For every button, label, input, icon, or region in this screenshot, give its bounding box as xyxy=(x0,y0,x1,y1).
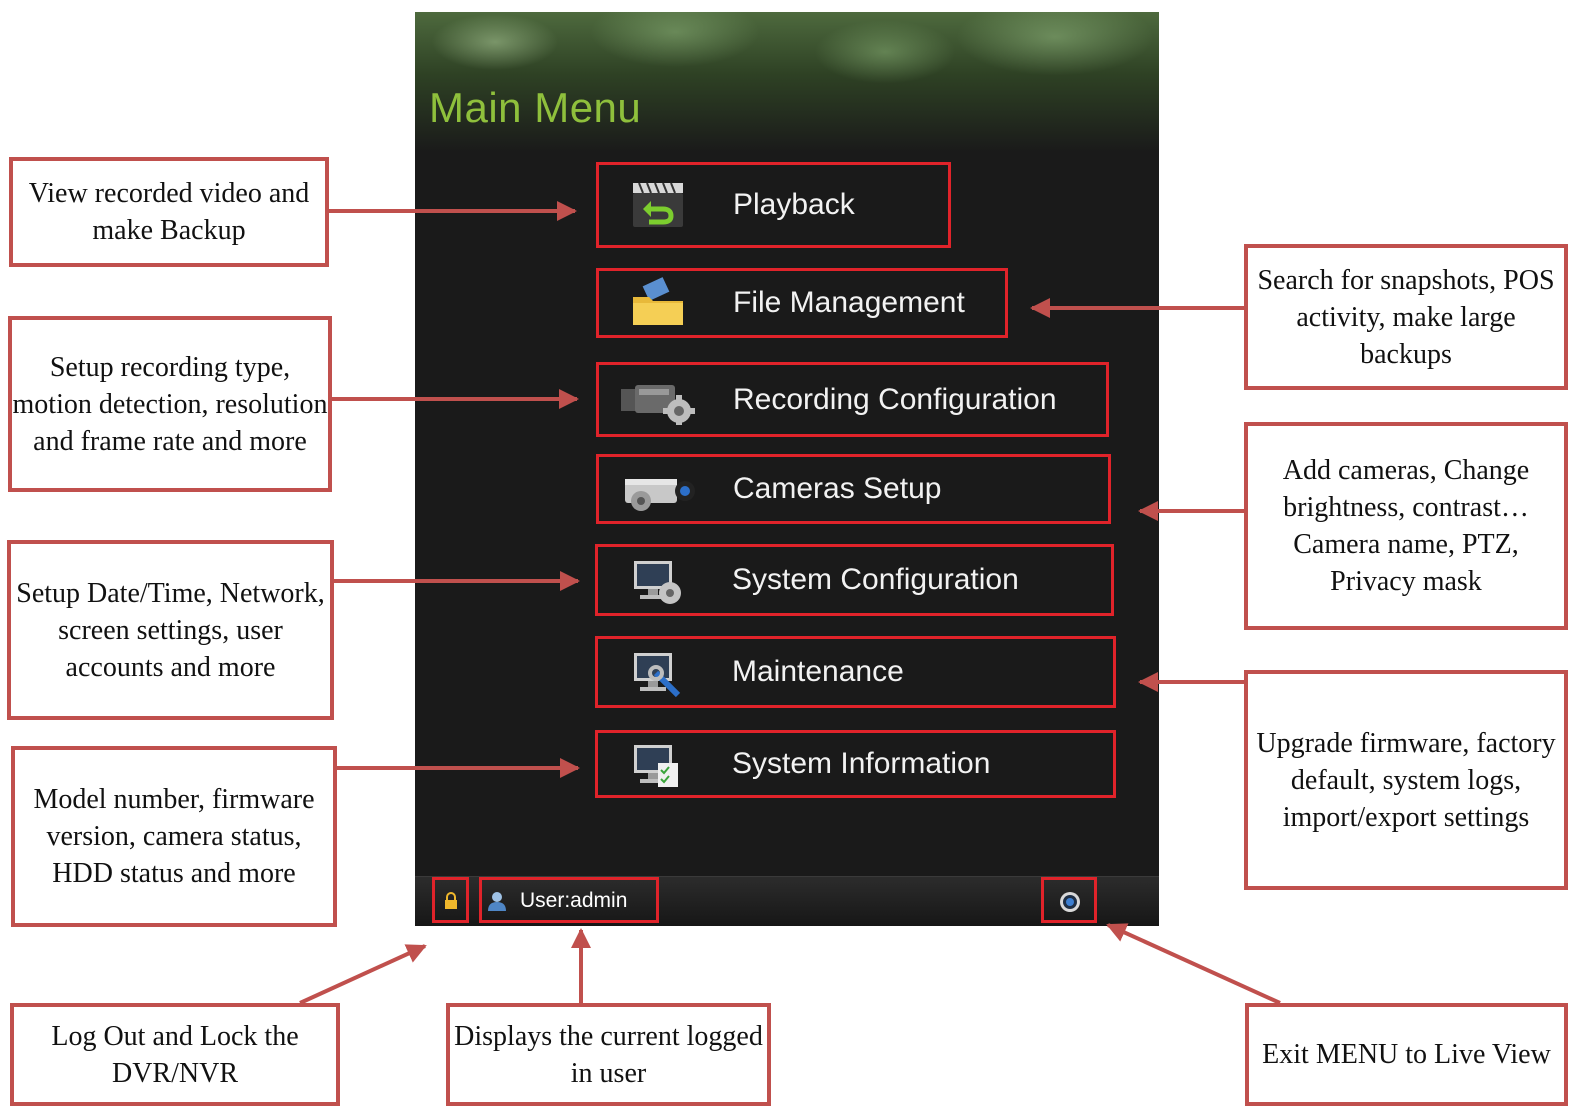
callout-text: View recorded video and make Backup xyxy=(28,178,310,246)
current-user-display: User:admin xyxy=(479,877,659,923)
callout-current-user: Displays the current logged in user xyxy=(446,1003,771,1106)
user-label: User:admin xyxy=(520,889,628,912)
user-icon xyxy=(486,890,508,917)
arrow-logout xyxy=(299,944,427,1005)
exit-live-view-button[interactable] xyxy=(1041,877,1097,923)
menu-item-file-management[interactable]: File Management xyxy=(596,268,1008,338)
playback-clapper-icon xyxy=(627,179,689,231)
callout-system-info: Model number, firmware version, camera s… xyxy=(11,746,337,927)
status-bar: User:admin xyxy=(415,876,1159,926)
page-title: Main Menu xyxy=(429,84,642,131)
callout-file-management: Search for snapshots, POS activity, make… xyxy=(1244,244,1568,390)
callout-text: Displays the current logged in user xyxy=(454,1020,763,1089)
callout-system-config: Setup Date/Time, Network, screen setting… xyxy=(7,540,334,720)
menu-item-label: Recording Configuration xyxy=(733,382,1057,416)
callout-recording: Setup recording type, motion detection, … xyxy=(8,316,332,492)
menu-item-label: Playback xyxy=(733,188,855,221)
exit-live-view-icon xyxy=(1059,891,1081,918)
menu-item-label: System Configuration xyxy=(732,563,1019,596)
callout-text: Upgrade firmware, factory default, syste… xyxy=(1256,727,1556,833)
folder-icon xyxy=(627,277,689,329)
menu-item-label: Cameras Setup xyxy=(733,472,942,505)
menu-item-cameras-setup[interactable]: Cameras Setup xyxy=(596,454,1111,524)
menu-item-recording-configuration[interactable]: Recording Configuration xyxy=(596,362,1109,437)
menu-item-label: Maintenance xyxy=(732,655,904,688)
menu-item-label: File Management xyxy=(733,286,965,319)
lock-icon xyxy=(443,892,459,915)
callout-text: Log Out and Lock the DVR/NVR xyxy=(51,1020,299,1089)
menu-item-playback[interactable]: Playback xyxy=(596,162,951,248)
callout-text: Search for snapshots, POS activity, make… xyxy=(1257,264,1555,370)
callout-exit: Exit MENU to Live View xyxy=(1245,1003,1568,1106)
callout-text: Exit MENU to Live View xyxy=(1262,1039,1551,1070)
callout-text: Setup recording type, motion detection, … xyxy=(12,351,328,457)
menu-item-label: System Information xyxy=(732,747,991,780)
arrow-exit xyxy=(1106,923,1281,1005)
menu-item-system-information[interactable]: System Information xyxy=(595,730,1116,798)
callout-playback: View recorded video and make Backup xyxy=(9,157,329,267)
monitor-checklist-icon xyxy=(626,739,688,791)
camera-gear-icon xyxy=(619,465,699,517)
callout-logout: Log Out and Lock the DVR/NVR xyxy=(10,1003,340,1106)
monitor-gear-icon xyxy=(626,555,688,607)
callout-text: Add cameras, Change brightness, contrast… xyxy=(1282,455,1530,597)
monitor-wrench-icon xyxy=(626,647,688,699)
video-camera-gear-icon xyxy=(617,375,697,427)
callout-maintenance: Upgrade firmware, factory default, syste… xyxy=(1244,670,1568,890)
menu-item-system-configuration[interactable]: System Configuration xyxy=(595,544,1114,616)
main-menu-screen: Main Menu Playback File Management Recor… xyxy=(415,12,1159,926)
callout-text: Setup Date/Time, Network, screen setting… xyxy=(16,577,325,683)
lock-button[interactable] xyxy=(432,877,469,923)
callout-cameras: Add cameras, Change brightness, contrast… xyxy=(1244,422,1568,630)
menu-item-maintenance[interactable]: Maintenance xyxy=(595,636,1116,708)
callout-text: Model number, firmware version, camera s… xyxy=(33,784,315,889)
